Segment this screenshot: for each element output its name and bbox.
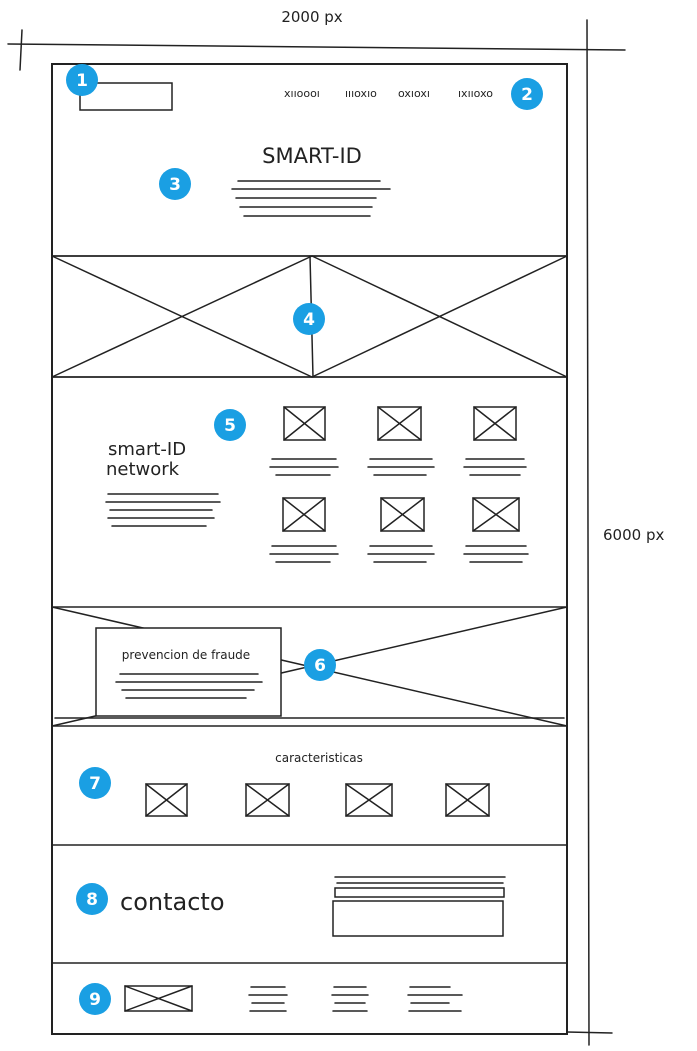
width-dimension-label: 2000 px [281, 8, 342, 26]
features-title: caracteristicas [275, 751, 363, 765]
network-item [463, 497, 529, 563]
hero-title: SMART-ID [262, 144, 362, 168]
network-title-line1: smart-ID [108, 439, 186, 460]
badge-1: 1 [66, 64, 98, 96]
badge-6: 6 [304, 649, 336, 681]
network-title-line2: network [106, 459, 180, 480]
network-item [367, 497, 435, 563]
nav-item: oxıoxı [398, 87, 430, 100]
svg-text:5: 5 [224, 416, 236, 436]
footer-link-group [248, 986, 288, 1012]
contact-form [332, 876, 506, 937]
badge-8: 8 [76, 883, 108, 915]
network-text-lines [105, 493, 221, 527]
footer-logo-placeholder [124, 985, 193, 1012]
badge-2: 2 [511, 78, 543, 110]
network-item [367, 406, 435, 476]
footer-link-group [331, 986, 369, 1012]
svg-text:2: 2 [521, 85, 533, 105]
nav-item: xııoooı [284, 87, 320, 100]
svg-text:6: 6 [314, 656, 326, 676]
badge-4: 4 [293, 303, 325, 335]
feature-item [345, 783, 393, 817]
footer-link-group [407, 986, 463, 1012]
fraud-card [95, 627, 282, 717]
badge-9: 9 [79, 983, 111, 1015]
network-item [463, 406, 527, 476]
network-item [269, 497, 339, 563]
feature-item [445, 783, 490, 817]
svg-text:1: 1 [76, 71, 88, 91]
fraud-title: prevencion de fraude [122, 648, 250, 662]
svg-text:7: 7 [89, 774, 101, 794]
wireframe-canvas: 2000 px 6000 px xııoooı ıııoxıo oxıoxı ı… [7, 8, 664, 1046]
svg-text:9: 9 [89, 990, 101, 1010]
badge-5: 5 [214, 409, 246, 441]
feature-item [145, 783, 188, 817]
svg-text:4: 4 [303, 310, 315, 330]
nav-item: ıxııoxo [458, 87, 493, 100]
nav-item: ıııoxıo [345, 87, 377, 100]
badge-7: 7 [79, 767, 111, 799]
contact-title: contacto [120, 888, 225, 916]
height-dimension-label: 6000 px [603, 526, 664, 544]
hero-text-lines [231, 180, 391, 217]
svg-text:3: 3 [169, 175, 181, 195]
feature-item [245, 783, 290, 817]
network-item [269, 406, 339, 476]
badge-3: 3 [159, 168, 191, 200]
svg-text:8: 8 [86, 890, 98, 910]
